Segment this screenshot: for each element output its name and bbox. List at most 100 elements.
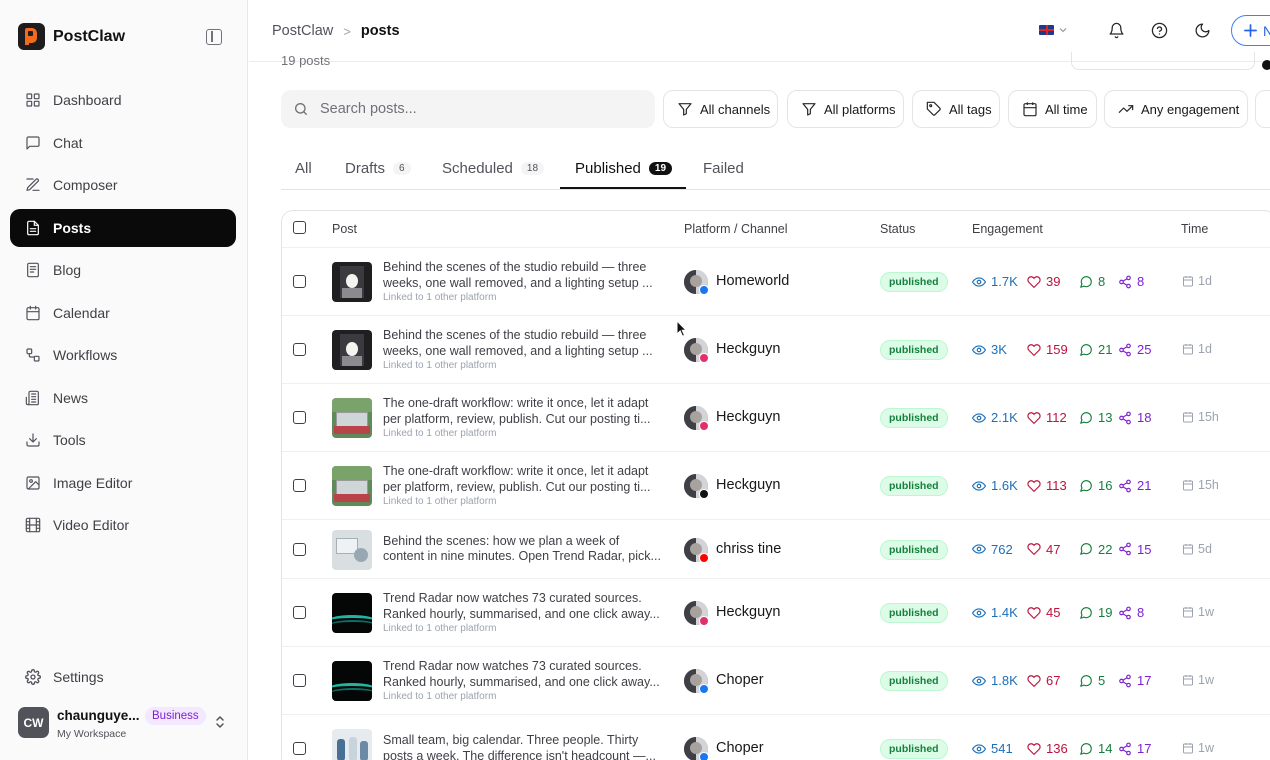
row-checkbox[interactable] bbox=[293, 606, 306, 619]
new-post-button[interactable]: N bbox=[1231, 15, 1270, 46]
post-text[interactable]: Behind the scenes of the studio rebuild … bbox=[383, 260, 663, 291]
row-checkbox[interactable] bbox=[293, 343, 306, 356]
post-text[interactable]: The one-draft workflow: write it once, l… bbox=[383, 464, 663, 495]
post-time: 1d bbox=[1182, 342, 1212, 356]
post-text[interactable]: Behind the scenes: how we plan a week of… bbox=[383, 534, 663, 565]
row-checkbox[interactable] bbox=[293, 674, 306, 687]
row-checkbox[interactable] bbox=[293, 411, 306, 424]
channel-avatar bbox=[684, 406, 709, 431]
filter-platforms[interactable]: All platforms bbox=[787, 90, 904, 128]
sidebar-item-chat[interactable]: Chat bbox=[10, 124, 236, 163]
column-header-time[interactable]: Time bbox=[1181, 222, 1208, 236]
threads-icon bbox=[699, 489, 709, 499]
blog-icon bbox=[27, 262, 39, 278]
sidebar-item-news[interactable]: News bbox=[10, 379, 236, 418]
tab-scheduled[interactable]: Scheduled 18 bbox=[442, 148, 545, 189]
sidebar-item-composer[interactable]: Composer bbox=[10, 166, 236, 205]
table-row[interactable]: Behind the scenes of the studio rebuild … bbox=[282, 315, 1270, 383]
post-text[interactable]: Behind the scenes of the studio rebuild … bbox=[383, 328, 663, 359]
moon-icon[interactable] bbox=[1194, 22, 1211, 39]
search-input[interactable] bbox=[320, 101, 620, 117]
linked-platforms-note: Linked to 1 other platform bbox=[383, 292, 497, 303]
likes-count: 47 bbox=[1046, 541, 1061, 557]
linked-platforms-note: Linked to 1 other platform bbox=[383, 360, 497, 371]
table-row[interactable]: Trend Radar now watches 73 curated sourc… bbox=[282, 578, 1270, 646]
table-row[interactable]: Behind the scenes: how we plan a week of… bbox=[282, 519, 1270, 578]
user-switcher[interactable]: CW chaunguye... Business My Workspace bbox=[18, 707, 232, 743]
post-thumbnail[interactable] bbox=[332, 330, 372, 370]
post-text-line: weeks, one wall removed, and a lighting … bbox=[383, 343, 653, 358]
table-row[interactable]: Small team, big calendar. Three people. … bbox=[282, 714, 1270, 760]
sidebar-item-dashboard[interactable]: Dashboard bbox=[10, 81, 236, 120]
sidebar-item-blog[interactable]: Blog bbox=[10, 251, 236, 290]
table-row[interactable]: Behind the scenes of the studio rebuild … bbox=[282, 247, 1270, 315]
row-checkbox[interactable] bbox=[293, 542, 306, 556]
tab-published[interactable]: Published 19 bbox=[575, 148, 673, 189]
status-badge: published bbox=[880, 539, 948, 560]
row-checkbox[interactable] bbox=[293, 275, 306, 288]
column-header-engagement[interactable]: Engagement bbox=[972, 222, 1043, 236]
sidebar-collapse-icon[interactable] bbox=[206, 29, 222, 45]
sidebar-item-tools[interactable]: Tools bbox=[10, 421, 236, 460]
help-icon[interactable] bbox=[1151, 22, 1168, 39]
post-thumbnail[interactable] bbox=[332, 398, 372, 438]
table-row[interactable]: Trend Radar now watches 73 curated sourc… bbox=[282, 646, 1270, 714]
brand[interactable]: PostClaw bbox=[18, 23, 125, 50]
sidebar-item-posts[interactable]: Posts bbox=[10, 208, 236, 247]
facebook-icon bbox=[699, 752, 709, 760]
sort-select[interactable] bbox=[1071, 52, 1255, 70]
post-text[interactable]: Small team, big calendar. Three people. … bbox=[383, 733, 663, 760]
sidebar: PostClaw Dashboard Chat Composer Posts Blog C… bbox=[0, 0, 248, 760]
post-thumbnail[interactable] bbox=[332, 593, 372, 633]
time-value: 15h bbox=[1198, 410, 1219, 424]
post-text[interactable]: The one-draft workflow: write it once, l… bbox=[383, 396, 663, 427]
views-count: 1.8K bbox=[991, 673, 1018, 688]
chevrons-up-down-icon[interactable] bbox=[214, 715, 226, 729]
gear-icon bbox=[25, 669, 41, 685]
table-row[interactable]: The one-draft workflow: write it once, l… bbox=[282, 383, 1270, 451]
sidebar-item-label: Composer bbox=[53, 177, 118, 194]
search-box[interactable] bbox=[281, 90, 655, 128]
column-header-status[interactable]: Status bbox=[880, 222, 915, 236]
breadcrumb-root[interactable]: PostClaw bbox=[272, 23, 333, 39]
filter-tags[interactable]: All tags bbox=[912, 90, 1000, 128]
calendar-icon bbox=[1023, 102, 1037, 117]
filter-channels-label: All channels bbox=[700, 101, 771, 117]
sidebar-item-image-editor[interactable]: Image Editor bbox=[10, 464, 236, 503]
filter-time[interactable]: All time bbox=[1008, 90, 1097, 128]
filter-channels[interactable]: All channels bbox=[663, 90, 778, 128]
post-text[interactable]: Trend Radar now watches 73 curated sourc… bbox=[383, 591, 663, 622]
comment-icon bbox=[1080, 411, 1092, 424]
sidebar-item-workflows[interactable]: Workflows bbox=[10, 336, 236, 375]
linked-platforms-note: Linked to 1 other platform bbox=[383, 623, 497, 634]
tab-drafts[interactable]: Drafts 6 bbox=[345, 148, 411, 189]
sidebar-item-calendar[interactable]: Calendar bbox=[10, 294, 236, 333]
filter-more[interactable] bbox=[1255, 90, 1270, 128]
row-checkbox[interactable] bbox=[293, 479, 306, 492]
comments-count: 5 bbox=[1098, 673, 1106, 688]
sidebar-item-settings[interactable]: Settings bbox=[10, 658, 236, 696]
shares-count: 18 bbox=[1137, 410, 1152, 425]
comments-count: 21 bbox=[1098, 342, 1113, 357]
post-text[interactable]: Trend Radar now watches 73 curated sourc… bbox=[383, 659, 663, 690]
sidebar-item-video-editor[interactable]: Video Editor bbox=[10, 506, 236, 545]
uk-flag-icon[interactable] bbox=[1039, 25, 1054, 35]
toggle-dot[interactable] bbox=[1262, 60, 1270, 70]
post-thumbnail[interactable] bbox=[332, 262, 372, 302]
tab-failed[interactable]: Failed bbox=[703, 148, 744, 189]
select-all-checkbox[interactable] bbox=[293, 221, 306, 234]
calendar-icon bbox=[1183, 607, 1193, 618]
post-thumbnail[interactable] bbox=[332, 729, 372, 760]
post-text-line: Small team, big calendar. Three people. … bbox=[383, 733, 639, 747]
tab-all[interactable]: All bbox=[295, 148, 312, 189]
column-header-post[interactable]: Post bbox=[332, 222, 357, 236]
bell-icon[interactable] bbox=[1108, 22, 1125, 39]
chevron-down-icon[interactable] bbox=[1059, 27, 1067, 33]
table-row[interactable]: The one-draft workflow: write it once, l… bbox=[282, 451, 1270, 519]
column-header-platform[interactable]: Platform / Channel bbox=[684, 222, 788, 236]
post-thumbnail[interactable] bbox=[332, 661, 372, 701]
filter-engagement[interactable]: Any engagement bbox=[1104, 90, 1248, 128]
post-thumbnail[interactable] bbox=[332, 466, 372, 506]
row-checkbox[interactable] bbox=[293, 742, 306, 755]
post-thumbnail[interactable] bbox=[332, 529, 372, 570]
